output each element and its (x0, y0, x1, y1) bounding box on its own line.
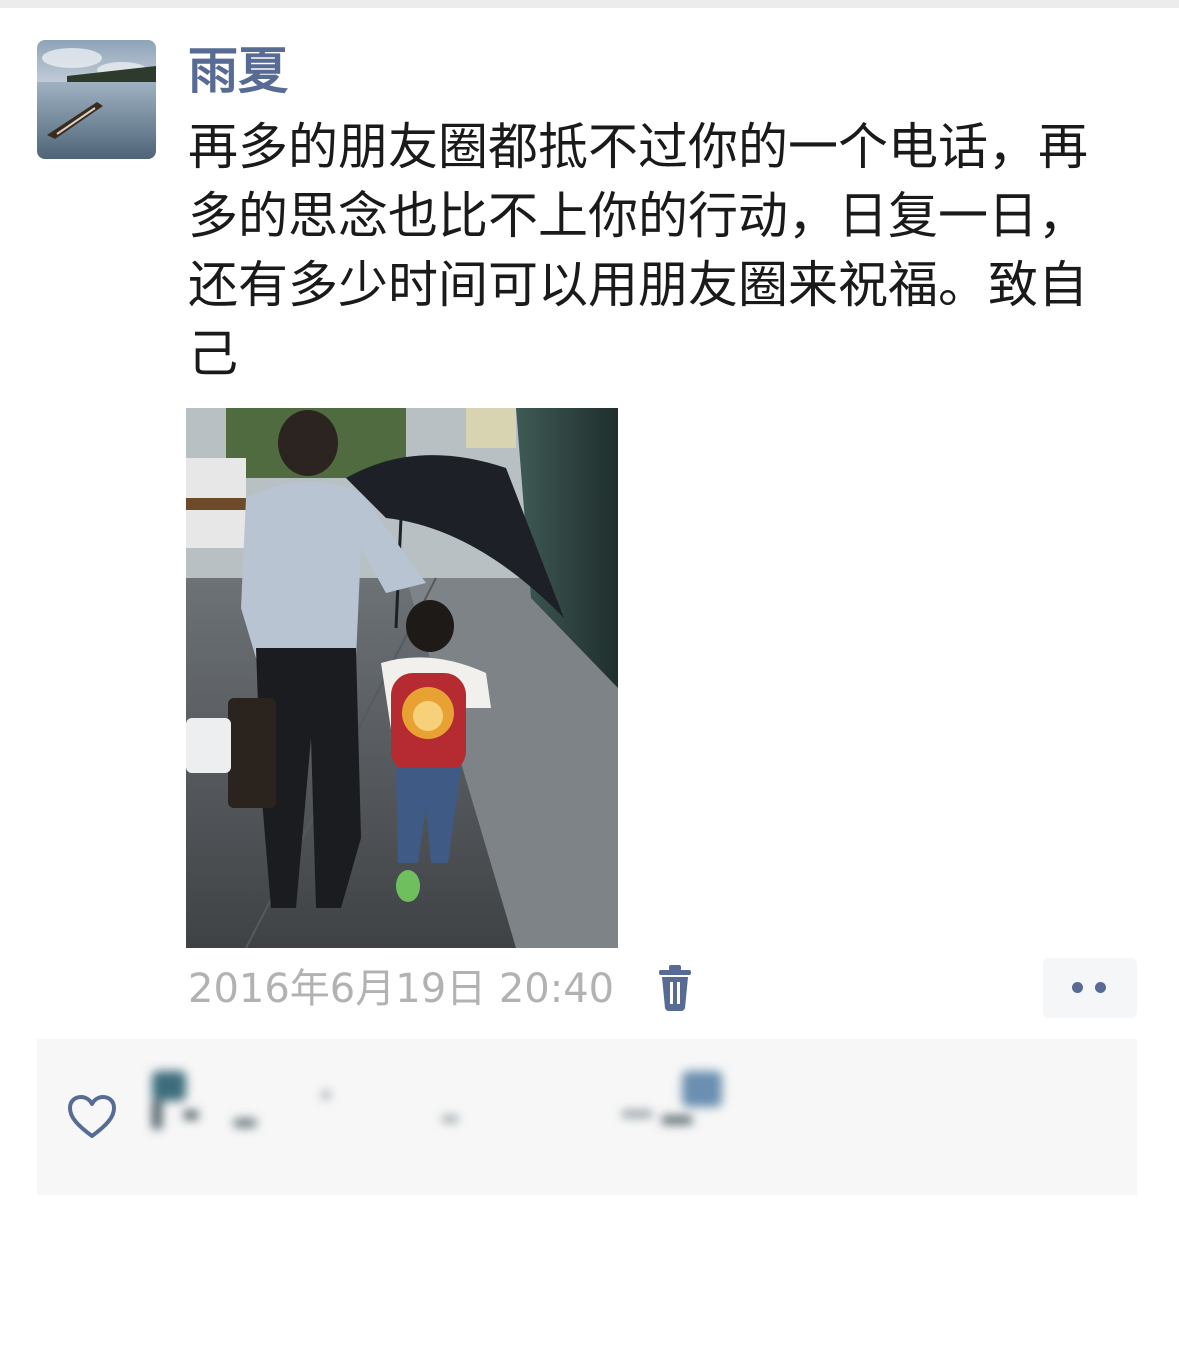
likes-section (37, 1039, 1137, 1195)
post-author-name[interactable]: 雨夏 (188, 40, 288, 102)
top-divider (0, 0, 1179, 8)
avatar-image (37, 40, 156, 159)
more-dots-icon-right (1095, 982, 1106, 993)
photo-image (186, 408, 618, 948)
post-photo[interactable] (186, 408, 618, 948)
delete-button[interactable] (654, 964, 696, 1014)
more-options-button[interactable] (1043, 958, 1137, 1018)
liked-by-names-blurred (142, 1061, 742, 1171)
post-timestamp: 2016年6月19日 20:40 (188, 966, 615, 1012)
heart-icon (67, 1095, 117, 1139)
trash-icon (659, 965, 691, 1011)
post-text: 再多的朋友圈都抵不过你的一个电话，再多的思念也比不上你的行动，日复一日，还有多少… (188, 118, 1088, 383)
more-dots-icon (1072, 982, 1083, 993)
avatar[interactable] (37, 40, 156, 159)
